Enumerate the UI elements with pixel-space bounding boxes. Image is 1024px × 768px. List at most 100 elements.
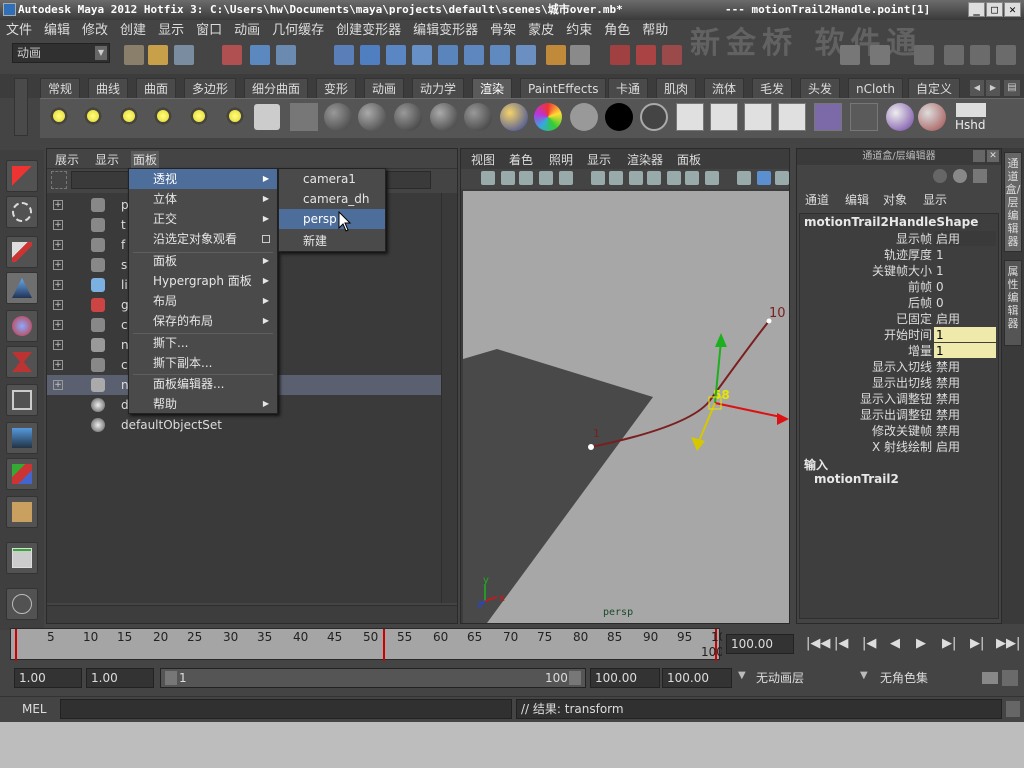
layout-single-button[interactable] [6, 542, 38, 574]
textured-icon[interactable] [775, 171, 789, 185]
close-button[interactable]: ✕ [1004, 2, 1021, 17]
minimize-button[interactable]: _ [968, 2, 985, 17]
help-query-icon[interactable] [516, 45, 536, 65]
select-component-icon[interactable] [276, 45, 296, 65]
construction-history-icon[interactable] [570, 45, 590, 65]
scale-tool[interactable] [6, 346, 38, 378]
menu-modify[interactable]: 修改 [76, 21, 114, 41]
animation-end-field[interactable]: 100.00 [662, 668, 732, 688]
film-gate-icon[interactable] [609, 171, 623, 185]
time-slider[interactable]: 5 10 15 20 25 30 35 40 45 50 55 60 65 70… [10, 628, 726, 661]
channel-row[interactable]: 前帧 0 [800, 279, 998, 295]
command-language-toggle[interactable]: MEL [22, 702, 47, 716]
snap-point-icon[interactable] [386, 45, 406, 65]
step-back-icon[interactable]: |◀ [834, 636, 848, 651]
tab-custom[interactable]: 自定义 [908, 78, 961, 98]
snap-grid-icon[interactable] [334, 45, 354, 65]
channel-row[interactable]: 轨迹厚度 1 [800, 247, 998, 263]
render-settings-icon[interactable] [662, 45, 682, 65]
tab-surfaces[interactable]: 曲面 [136, 78, 177, 98]
wireframe-icon[interactable] [591, 171, 605, 185]
playback-end-field[interactable]: 100.00 [590, 668, 660, 688]
channel-row[interactable]: 增量 1 [800, 343, 998, 359]
expand-icon[interactable]: + [53, 220, 63, 230]
area-light-icon[interactable] [190, 107, 208, 125]
lasso-tool[interactable] [6, 196, 38, 228]
paint-select-tool[interactable] [6, 236, 38, 268]
hypershade-shelf-icon[interactable] [886, 103, 914, 131]
maximize-button[interactable]: □ [986, 2, 1003, 17]
select-tool[interactable] [6, 160, 38, 192]
channel-row[interactable]: 关键帧大小 1 [800, 263, 998, 279]
menu-item-panel-editor[interactable]: 面板编辑器... [129, 374, 277, 394]
save-scene-icon[interactable] [174, 45, 194, 65]
submenu-item-new[interactable]: 新建 [279, 231, 385, 251]
step-back-key-icon[interactable]: |◀ [862, 636, 876, 651]
expand-icon[interactable]: + [53, 340, 63, 350]
menu-create[interactable]: 创建 [114, 21, 152, 41]
menu-edit-deformers[interactable]: 编辑变形器 [407, 21, 484, 41]
move-tool[interactable] [6, 272, 38, 304]
script-editor-icon[interactable] [1006, 701, 1020, 717]
field-chart-icon[interactable] [667, 171, 681, 185]
point-light-icon[interactable] [120, 107, 138, 125]
tab-deformation[interactable]: 变形 [316, 78, 357, 98]
menu-item-stereo[interactable]: 立体 ▶ [129, 189, 277, 209]
play-forward-icon[interactable]: ▶ [916, 636, 926, 651]
menu-item-panel[interactable]: 面板 ▶ [129, 251, 277, 271]
shaded-icon[interactable] [737, 171, 751, 185]
shelf-options-icon[interactable] [14, 78, 28, 136]
tab-polygons[interactable]: 多边形 [184, 78, 237, 98]
go-to-start-icon[interactable]: |◀◀ [806, 636, 830, 651]
channel-row[interactable]: 显示入调整钮 禁用 [800, 391, 998, 407]
range-slider-handle-end[interactable] [569, 671, 581, 685]
safe-action-icon[interactable] [685, 171, 699, 185]
viewport-menu-shading[interactable]: 着色 [509, 151, 533, 168]
command-input[interactable] [60, 699, 512, 719]
mode-combo[interactable]: 动画 ▼ [12, 43, 110, 63]
menu-display[interactable]: 显示 [152, 21, 190, 41]
channel-menu-channels[interactable]: 通道 [805, 191, 829, 208]
viewport-menu-show[interactable]: 显示 [587, 151, 611, 168]
universal-manip-tool[interactable] [6, 384, 38, 416]
viewport-scene[interactable]: 1 10 58 y x z persp [463, 191, 789, 623]
tab-general[interactable]: 常规 [40, 78, 81, 98]
tab-ncloth[interactable]: nCloth [848, 78, 903, 98]
outliner-layout-button[interactable] [6, 588, 38, 620]
animation-start-field[interactable]: 1.00 [14, 668, 82, 688]
submenu-item-camera1[interactable]: camera1 [279, 169, 385, 189]
anisotropic-icon[interactable] [464, 103, 492, 131]
history-icon[interactable] [464, 45, 484, 65]
viewport-menu-view[interactable]: 视图 [471, 151, 495, 168]
panel-float-icon[interactable] [973, 150, 985, 162]
list-item[interactable]: defaultObjectSet [47, 415, 441, 435]
tab-rendering[interactable]: 渲染 [472, 78, 513, 98]
shelf-tab-scroll-left-icon[interactable]: ◀ [970, 80, 984, 96]
manip-x-axis[interactable] [714, 402, 782, 418]
channel-row[interactable]: X 射线绘制 启用 [800, 439, 998, 455]
camera-icon[interactable] [254, 104, 280, 130]
menu-item-look-through-selected[interactable]: 沿选定对象观看 [129, 229, 277, 249]
render-frame-icon[interactable] [610, 45, 630, 65]
outliner-menu-show[interactable]: 展示 [55, 151, 79, 168]
submenu-item-camera-dh[interactable]: camera_dh [279, 189, 385, 209]
lambert-icon[interactable] [358, 103, 386, 131]
shelf-menu-icon[interactable]: ▤ [1004, 80, 1020, 96]
outliner-vertical-scrollbar[interactable] [441, 193, 457, 603]
expand-icon[interactable]: + [53, 240, 63, 250]
panel-close-icon[interactable]: ✕ [987, 150, 999, 162]
outliner-menu-panel[interactable]: 面板 [131, 151, 160, 168]
expand-icon[interactable]: + [53, 360, 63, 370]
ipr-icon[interactable] [710, 103, 738, 131]
show-render-icon[interactable] [840, 45, 860, 65]
hshd-icon[interactable] [956, 103, 986, 117]
channel-box-toggle-icon[interactable] [996, 45, 1016, 65]
rotate-tool[interactable] [6, 310, 38, 342]
character-set-combo[interactable]: 无角色集 [876, 668, 976, 688]
expand-icon[interactable]: + [53, 200, 63, 210]
last-tool[interactable] [6, 496, 38, 528]
ramp-texture-icon[interactable] [534, 103, 562, 131]
current-time-field[interactable]: 100.00 [726, 634, 794, 654]
submenu-item-persp[interactable]: persp [279, 209, 385, 229]
outliner-filter-icon[interactable] [51, 171, 67, 189]
